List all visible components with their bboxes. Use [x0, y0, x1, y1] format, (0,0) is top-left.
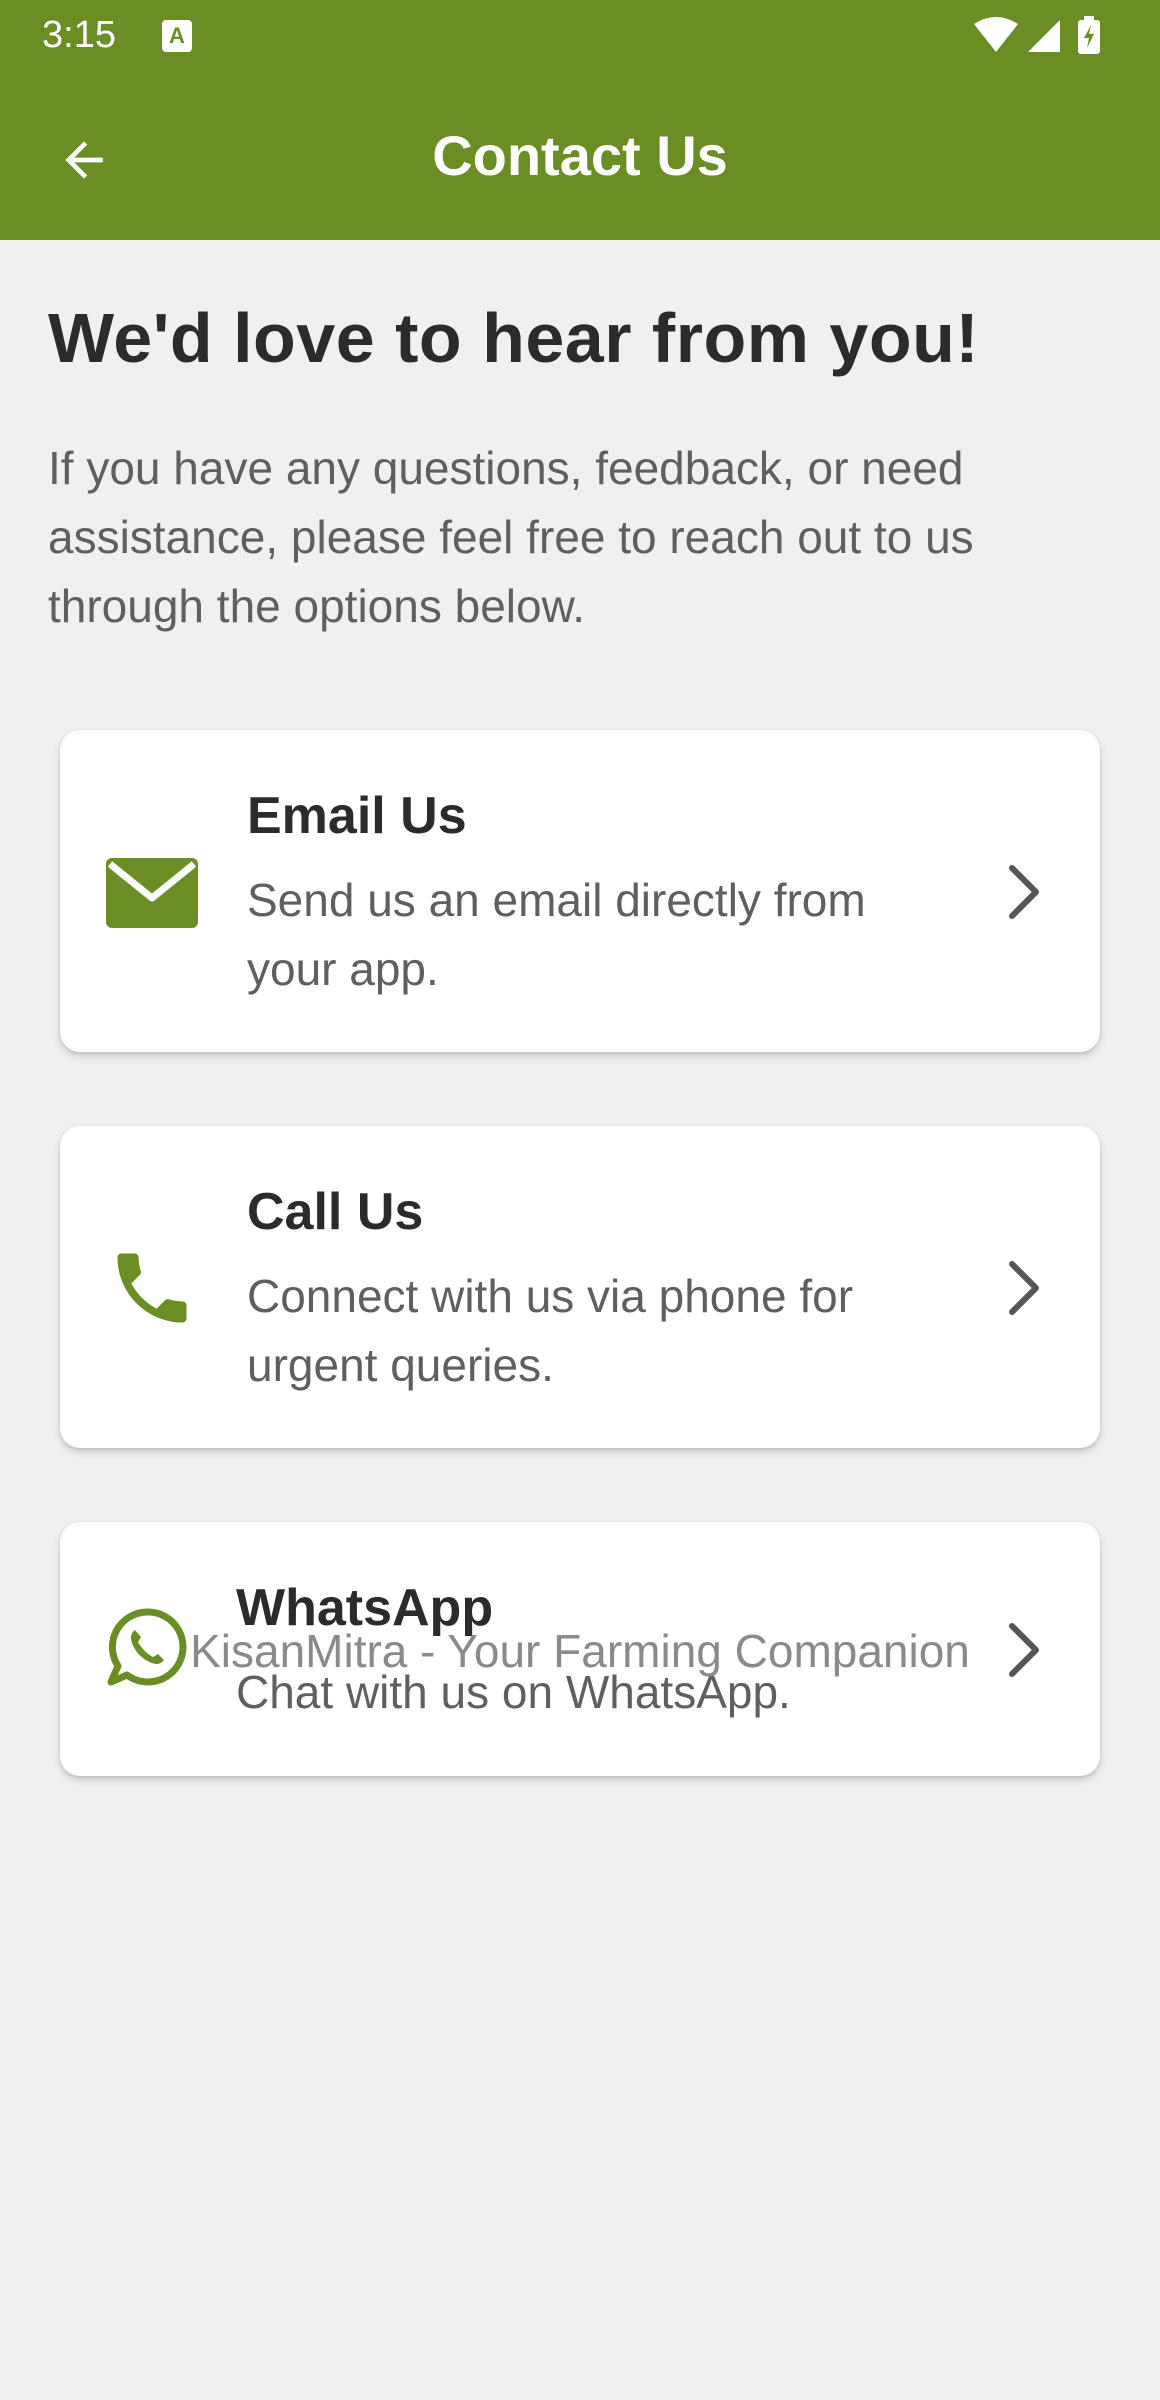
call-us-description: Connect with us via phone for urgent que… — [247, 1270, 854, 1391]
email-us-description: Send us an email directly from your app. — [247, 874, 866, 995]
email-us-title: Email Us — [247, 787, 467, 845]
call-us-card[interactable]: Call Us Connect with us via phone for ur… — [60, 1126, 1100, 1448]
toolbar: Contact Us — [0, 72, 1160, 240]
back-button[interactable] — [36, 112, 132, 208]
app-bar: 3:15 A Contact Us — [0, 0, 1160, 240]
email-us-card[interactable]: Email Us Send us an email directly from … — [60, 730, 1100, 1052]
heading: We'd love to hear from you! — [48, 299, 980, 377]
signal-icon — [1028, 20, 1060, 52]
footer-tagline: KisanMitra - Your Farming Companion — [190, 1625, 970, 1677]
status-time: 3:15 — [42, 14, 116, 56]
intro-text: If you have any questions, feedback, or … — [48, 442, 974, 632]
status-icons — [974, 16, 1100, 54]
page-title: Contact Us — [432, 124, 728, 187]
phone-icon — [106, 1242, 198, 1334]
notification-icon: A — [162, 20, 192, 52]
email-icon — [106, 858, 198, 928]
chevron-right-icon — [1000, 860, 1048, 924]
arrow-back-icon — [65, 141, 103, 179]
status-bar: 3:15 A — [0, 0, 1160, 72]
wifi-icon — [974, 17, 1018, 52]
call-us-title: Call Us — [247, 1183, 424, 1241]
chevron-right-icon — [1000, 1256, 1048, 1320]
battery-icon — [1078, 16, 1100, 54]
